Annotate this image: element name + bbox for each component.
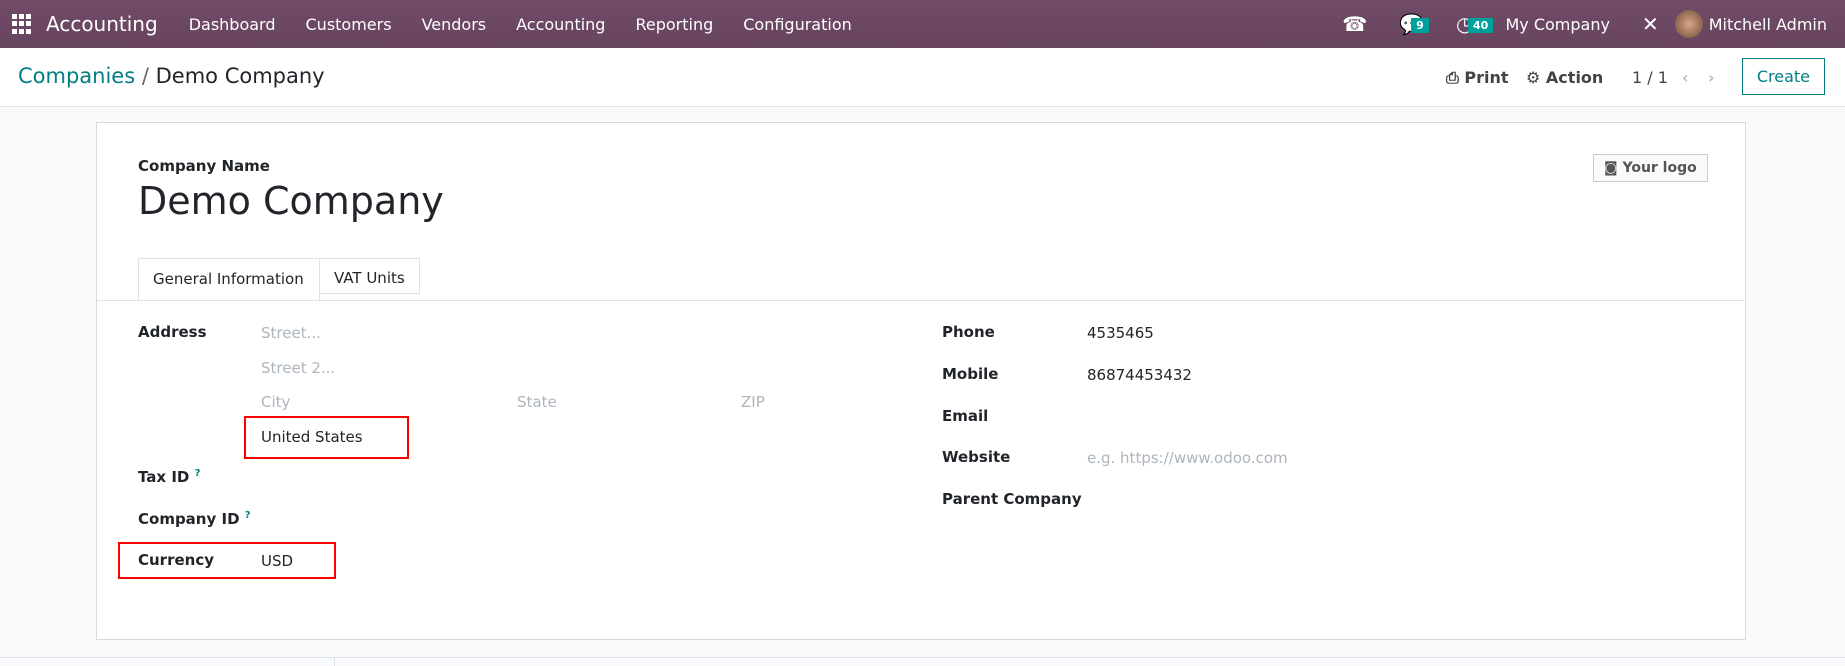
menu-accounting[interactable]: Accounting [501, 15, 620, 34]
help-icon[interactable]: ? [245, 510, 251, 521]
breadcrumb: Companies / Demo Company [18, 64, 325, 88]
menu-reporting[interactable]: Reporting [620, 15, 728, 34]
pager-value[interactable]: 1 / 1 [1632, 68, 1668, 87]
app-name[interactable]: Accounting [46, 12, 158, 36]
street2-input[interactable]: Street 2... [261, 359, 335, 377]
menu-vendors[interactable]: Vendors [407, 15, 502, 34]
parent-company-label: Parent Company [942, 490, 1082, 508]
mobile-input[interactable]: 86874453432 [1087, 366, 1192, 384]
create-button[interactable]: Create [1741, 58, 1825, 95]
logo-upload-button[interactable]: ◙ Your logo [1593, 154, 1708, 182]
avatar [1674, 10, 1703, 38]
highlight-box-country [244, 416, 409, 459]
street-input[interactable]: Street... [261, 324, 321, 342]
activities-icon[interactable]: ◷ 40 [1440, 12, 1494, 36]
mobile-label: Mobile [942, 365, 999, 383]
highlight-box-currency [118, 542, 336, 579]
company-name-field[interactable]: Demo Company [138, 179, 444, 223]
camera-icon: ◙ [1604, 160, 1618, 176]
website-label: Website [942, 448, 1011, 466]
control-panel: Companies / Demo Company ⎙ Print ⚙ Actio… [0, 48, 1845, 107]
company-name-label: Company Name [138, 157, 270, 175]
company-switcher[interactable]: My Company [1489, 15, 1625, 34]
menu-dashboard[interactable]: Dashboard [174, 15, 291, 34]
print-button[interactable]: ⎙ Print [1446, 68, 1509, 88]
city-input[interactable]: City [261, 393, 290, 411]
top-navbar: Accounting Dashboard Customers Vendors A… [0, 0, 1845, 48]
phone-icon[interactable]: ☎ [1326, 12, 1383, 36]
action-button[interactable]: ⚙ Action [1526, 68, 1603, 87]
print-label: Print [1464, 68, 1509, 87]
phone-input[interactable]: 4535465 [1087, 324, 1154, 342]
tab-general-information[interactable]: General Information [138, 258, 320, 300]
address-label: Address [138, 323, 207, 341]
zip-input[interactable]: ZIP [741, 393, 765, 411]
tab-vat-units[interactable]: VAT Units [320, 258, 420, 294]
menu-configuration[interactable]: Configuration [728, 15, 867, 34]
breadcrumb-current: Demo Company [155, 64, 325, 88]
company-id-label: Company ID ? [138, 510, 251, 528]
user-name: Mitchell Admin [1708, 14, 1827, 34]
debug-tools-icon[interactable]: ✕ [1626, 12, 1675, 36]
print-icon: ⎙ [1446, 68, 1459, 87]
menu-customers[interactable]: Customers [291, 15, 407, 34]
phone-label: Phone [942, 323, 995, 341]
apps-menu-icon[interactable] [12, 14, 32, 34]
messages-icon[interactable]: 💬9 [1383, 12, 1440, 36]
help-icon[interactable]: ? [195, 468, 201, 479]
tax-id-label: Tax ID ? [138, 468, 201, 486]
tab-divider [97, 300, 1745, 301]
state-input[interactable]: State [517, 393, 557, 411]
pager-prev-icon[interactable]: ‹ [1682, 68, 1689, 87]
action-label: Action [1545, 68, 1604, 87]
email-label: Email [942, 407, 989, 425]
user-menu[interactable]: Mitchell Admin [1674, 10, 1845, 38]
gear-icon: ⚙ [1526, 68, 1541, 87]
breadcrumb-companies[interactable]: Companies [18, 64, 135, 88]
chatter-divider [0, 657, 1845, 666]
logo-label: Your logo [1622, 160, 1697, 176]
pager-next-icon[interactable]: › [1708, 68, 1715, 87]
website-input[interactable]: e.g. https://www.odoo.com [1087, 449, 1288, 467]
messages-badge: 9 [1411, 18, 1429, 33]
form-sheet: Company Name Demo Company ◙ Your logo Ge… [96, 122, 1746, 640]
